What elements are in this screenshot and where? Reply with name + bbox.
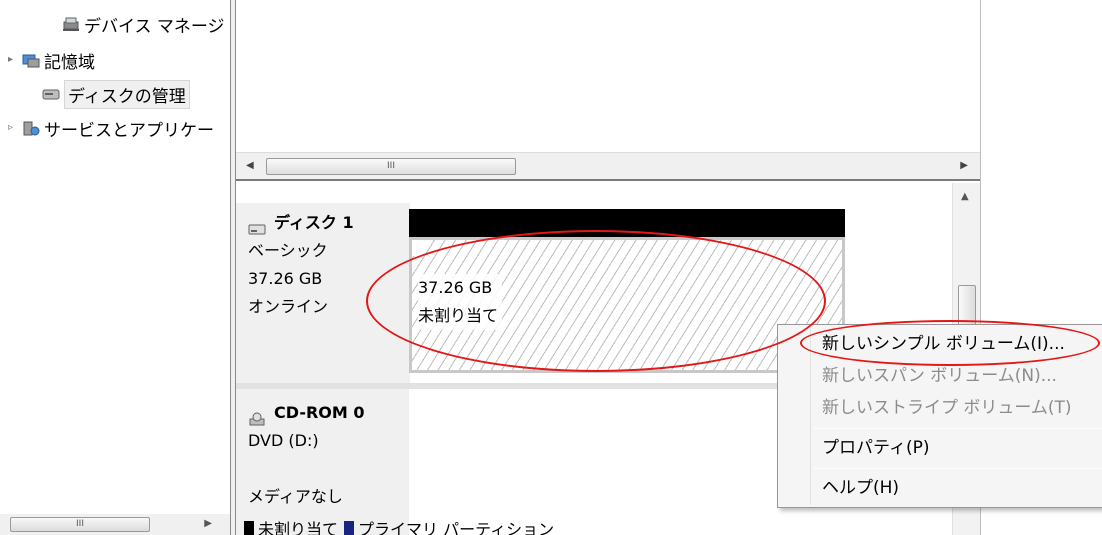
menu-separator (814, 468, 1102, 469)
legend: 未割り当て プライマリ パーティション (244, 519, 554, 535)
unallocated-label: 未割り当て (418, 306, 499, 325)
cdrom-0-info[interactable]: CD-ROM 0 DVD (D:) メディアなし (236, 389, 410, 535)
disk-icon (248, 217, 266, 235)
scroll-left-arrow-icon[interactable]: ◀ (246, 160, 254, 171)
tree-collapse-icon[interactable]: ▸ (8, 54, 13, 65)
disk-name: ディスク 1 (274, 213, 354, 232)
tree-item-disk-management[interactable]: ディスクの管理 (42, 79, 190, 109)
volume-list-pane (236, 0, 980, 152)
cdrom-media: メディアなし (248, 487, 343, 506)
volume-list-horizontal-scrollbar[interactable]: ◀ III ▶ (236, 152, 980, 181)
tree-expand-icon[interactable]: ▹ (8, 122, 13, 133)
context-menu: 新しいシンプル ボリューム(I)... 新しいスパン ボリューム(N)... 新… (777, 324, 1102, 508)
disk-management-icon (42, 86, 60, 102)
legend-label-primary-partition: プライマリ パーティション (358, 520, 555, 535)
menu-item-new-simple-volume[interactable]: 新しいシンプル ボリューム(I)... (822, 329, 1065, 359)
tree-item-device-manager[interactable]: デバイス マネージ (62, 10, 225, 38)
scrollbar-thumb[interactable]: III (266, 158, 516, 175)
menu-item-new-striped-volume[interactable]: 新しいストライプ ボリューム(T) (822, 393, 1072, 423)
tree-item-label: デバイス マネージ (84, 16, 225, 37)
scroll-up-arrow-icon[interactable]: ▲ (961, 191, 969, 202)
device-manager-icon (62, 16, 80, 32)
tree-item-storage[interactable]: 記憶域 (22, 46, 95, 74)
services-icon (22, 120, 40, 136)
menu-item-new-spanned-volume[interactable]: 新しいスパン ボリューム(N)... (822, 361, 1057, 391)
unallocated-size: 37.26 GB (418, 278, 493, 297)
cdrom-name: CD-ROM 0 (274, 403, 365, 422)
navigation-tree: デバイス マネージ ▸ 記憶域 ディスクの管理 ▹ サービスとアプリケー (0, 0, 230, 535)
storage-icon (22, 52, 40, 68)
menu-separator (814, 428, 1102, 429)
tree-item-label: 記憶域 (44, 52, 95, 73)
menu-item-properties[interactable]: プロパティ(P) (822, 433, 930, 463)
cdrom-icon (248, 407, 266, 426)
unallocated-header-bar (409, 209, 845, 237)
disk-1-info[interactable]: ディスク 1 ベーシック 37.26 GB オンライン (236, 203, 410, 383)
tree-item-label: サービスとアプリケー (44, 120, 214, 141)
legend-swatch-primary-partition (344, 521, 355, 535)
legend-swatch-unallocated (244, 521, 254, 535)
disk-type: ベーシック (248, 241, 328, 260)
scrollbar-thumb[interactable]: III (10, 517, 150, 532)
tree-horizontal-scrollbar[interactable]: III ▶ (0, 514, 230, 535)
menu-icon-gutter (810, 327, 811, 505)
disk-status: オンライン (248, 297, 329, 316)
legend-label-unallocated: 未割り当て (258, 520, 339, 535)
tree-item-label: ディスクの管理 (64, 79, 190, 109)
menu-item-help[interactable]: ヘルプ(H) (822, 473, 899, 503)
tree-item-services[interactable]: サービスとアプリケー (22, 114, 214, 142)
cdrom-drive: DVD (D:) (248, 431, 319, 450)
disk-size: 37.26 GB (248, 269, 323, 288)
scroll-right-arrow-icon[interactable]: ▶ (960, 160, 968, 171)
scroll-right-arrow-icon[interactable]: ▶ (204, 518, 212, 529)
